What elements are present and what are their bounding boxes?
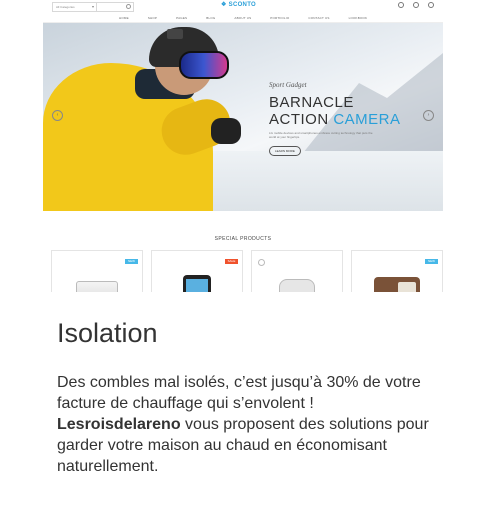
slide-title-part: ACTION: [269, 111, 334, 128]
slide-title-line2: ACTION CAMERA: [269, 111, 401, 128]
category-select-label: All Categories: [56, 5, 75, 9]
product-card[interactable]: NEW: [351, 250, 443, 292]
search-icon: [126, 4, 131, 9]
special-products-title: SPECIAL PRODUCTS: [214, 236, 272, 242]
slide-title-accent: CAMERA: [333, 111, 401, 128]
product-row: NEW SALE NEW: [51, 250, 443, 292]
logo-text: SCONTO: [228, 2, 257, 8]
product-card[interactable]: [251, 250, 343, 292]
article-text: Des combles mal isolés, c’est jusqu’à 30…: [57, 372, 437, 477]
main-menu: HOME SHOP PAGES BLOG ABOUT US PORTFOLIO …: [119, 16, 367, 20]
quickview-icon[interactable]: [258, 259, 265, 266]
site-logo[interactable]: ❖ SCONTO: [221, 1, 256, 8]
menu-item-about[interactable]: ABOUT US: [234, 16, 251, 20]
slide-subtitle: Sport Gadget: [269, 81, 307, 89]
slide-title-line1: BARNACLE: [269, 94, 354, 111]
brand-name: Lesroisdelareno: [57, 416, 181, 433]
menu-item-blog[interactable]: BLOG: [206, 16, 215, 20]
menu-item-lookbook[interactable]: LOOKBOOK: [349, 16, 368, 20]
site-header: All Categories ▾ ❖ SCONTO HOME SHOP PAGES…: [43, 0, 443, 23]
search-input[interactable]: [96, 2, 134, 12]
hero-slider: Sport Gadget BARNACLE ACTION CAMERA LG m…: [43, 23, 443, 211]
product-card[interactable]: SALE: [151, 250, 243, 292]
skier-glove: [211, 118, 241, 144]
learn-more-button[interactable]: LEARN MORE: [269, 146, 301, 156]
product-card[interactable]: NEW: [51, 250, 143, 292]
camera-image: [76, 281, 118, 292]
header-tools: [398, 2, 434, 8]
menu-item-pages[interactable]: PAGES: [176, 16, 187, 20]
new-badge: NEW: [125, 259, 138, 264]
chevron-down-icon: ▾: [91, 4, 94, 9]
menu-item-shop[interactable]: SHOP: [148, 16, 157, 20]
ski-goggles: [179, 51, 229, 79]
menu-item-contact[interactable]: CONTACT US: [308, 16, 329, 20]
sale-badge: SALE: [225, 259, 238, 264]
radio-image: [374, 277, 420, 292]
website-screenshot: All Categories ▾ ❖ SCONTO HOME SHOP PAGES…: [43, 0, 443, 292]
arrow-right-icon[interactable]: ›: [423, 110, 434, 121]
new-badge: NEW: [425, 259, 438, 264]
menu-item-home[interactable]: HOME: [119, 16, 129, 20]
phone-image: [183, 275, 211, 292]
slide-caption: Sport Gadget BARNACLE ACTION CAMERA LG m…: [269, 81, 401, 157]
cart-icon[interactable]: [413, 2, 419, 8]
speaker-image: [279, 279, 315, 292]
action-camera: [167, 29, 183, 39]
menu-item-portfolio[interactable]: PORTFOLIO: [270, 16, 289, 20]
settings-icon[interactable]: [428, 2, 434, 8]
slide-description: LG mobile devices and smartphones embrac…: [269, 131, 373, 139]
page-title: Isolation: [57, 318, 158, 348]
arrow-left-icon[interactable]: ‹: [52, 110, 63, 121]
user-icon[interactable]: [398, 2, 404, 8]
category-select[interactable]: All Categories ▾: [52, 2, 97, 12]
intro-sentence: Des combles mal isolés, c’est jusqu’à 30…: [57, 374, 421, 412]
